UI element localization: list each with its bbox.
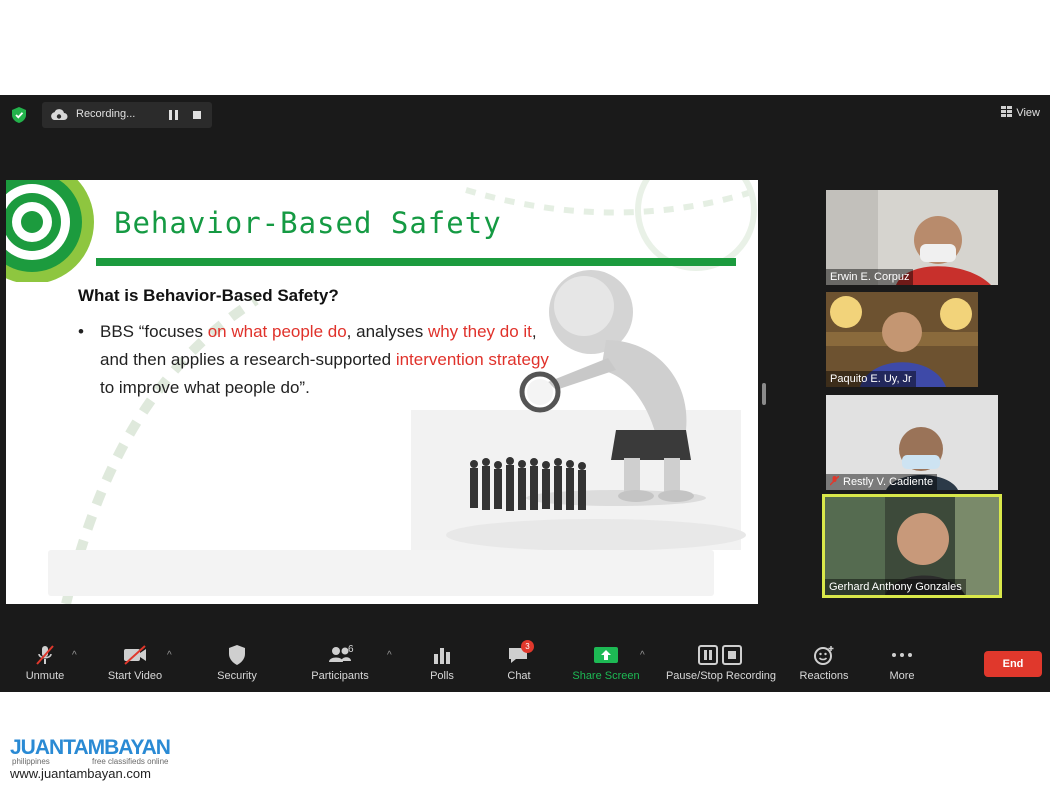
muted-microphone-icon [36,645,54,665]
watermark-tagline-left: philippines [12,757,50,766]
more-dots-icon [892,653,912,657]
polls-button[interactable]: Polls [420,644,464,682]
unmute-button[interactable]: Unmute [18,644,72,682]
recording-label: Recording... [76,108,136,120]
reactions-button[interactable]: Reactions [794,644,854,682]
grid-view-icon [1001,106,1013,117]
participants-count: 6 [348,644,354,655]
audio-options-caret[interactable]: ^ [72,650,77,661]
participant-tile[interactable]: Erwin E. Corpuz [826,190,998,285]
participant-name: Erwin E. Corpuz [826,269,914,285]
cloud-recording-icon [51,109,68,120]
shield-icon [229,645,245,665]
participant-name-text: Restly V. Cadiente [843,476,934,488]
participants-options-caret[interactable]: ^ [387,650,392,661]
meeting-controls-toolbar: Unmute ^ Start Video ^ Security 6 Partic… [0,636,1050,692]
security-button[interactable]: Security [210,644,264,682]
target-logo-icon [6,180,94,282]
reactions-label: Reactions [799,670,849,682]
video-off-icon [124,645,146,665]
slide-title: Behavior-Based Safety [114,206,502,240]
watermark-url: www.juantambayan.com [10,766,151,781]
participant-tile[interactable]: Restly V. Cadiente [826,395,998,490]
end-meeting-button[interactable]: End [984,651,1042,677]
muted-microphone-icon [829,475,840,486]
slide-question: What is Behavior-Based Safety? [78,286,339,305]
share-options-caret[interactable]: ^ [640,650,645,661]
pause-stop-recording-button[interactable]: Pause/Stop Recording [660,644,782,682]
share-screen-button[interactable]: Share Screen [568,644,644,682]
caption-area [48,550,714,596]
participant-name: Restly V. Cadiente [826,474,938,490]
bullet-highlight: on what people do [207,322,347,341]
active-speaker-tile[interactable]: Gerhard Anthony Gonzales [822,494,1002,598]
view-label: View [1016,107,1040,119]
title-underline [96,258,736,266]
crowd-of-people-illustration [470,457,586,511]
start-video-button[interactable]: Start Video [100,644,170,682]
bullet-text: BBS “focuses on what people do, analyses… [100,318,560,402]
security-shield-icon[interactable] [12,107,26,123]
pause-stop-recording-label: Pause/Stop Recording [665,670,777,682]
juantambayan-watermark: JUANTAMBAYAN philippines free classified… [10,736,200,784]
pause-stop-icon [698,645,742,665]
bullet-text-part: , analyses [346,322,428,341]
share-screen-icon [594,647,618,663]
watermark-tagline-right: free classifieds online [92,757,169,766]
chat-label: Chat [507,670,531,682]
polls-label: Polls [430,670,454,682]
participant-name: Gerhard Anthony Gonzales [825,579,966,595]
polls-bar-chart-icon [434,648,450,664]
bullet-text-part: to improve what people do”. [100,378,310,397]
recording-indicator: Recording... [42,102,212,128]
participant-tile[interactable]: Paquito E. Uy, Jr [826,292,978,387]
share-screen-label: Share Screen [572,670,640,682]
zoom-window: Recording... View Behavior-Based Safety … [0,95,1050,692]
chat-unread-badge: 3 [521,640,534,653]
shared-presentation-slide: Behavior-Based Safety What is Behavior-B… [6,180,758,604]
bullet-text-part: BBS “focuses [100,322,208,341]
participants-label: Participants [311,670,369,682]
meeting-top-bar: Recording... View [0,95,1050,135]
view-button[interactable]: View [1001,106,1040,119]
bullet-mark: • [78,322,84,341]
pause-recording-icon[interactable] [168,108,180,122]
video-options-caret[interactable]: ^ [167,650,172,661]
start-video-label: Start Video [107,670,163,682]
more-button[interactable]: More [880,644,924,682]
panel-resize-handle[interactable] [762,383,766,405]
participants-button[interactable]: 6 Participants [305,644,375,682]
more-label: More [889,670,915,682]
stop-recording-icon[interactable] [192,108,204,122]
participant-name: Paquito E. Uy, Jr [826,371,916,387]
chat-button[interactable]: 3 Chat [497,640,541,682]
security-label: Security [217,670,257,682]
unmute-label: Unmute [25,670,65,682]
smiley-reaction-icon [814,646,834,665]
